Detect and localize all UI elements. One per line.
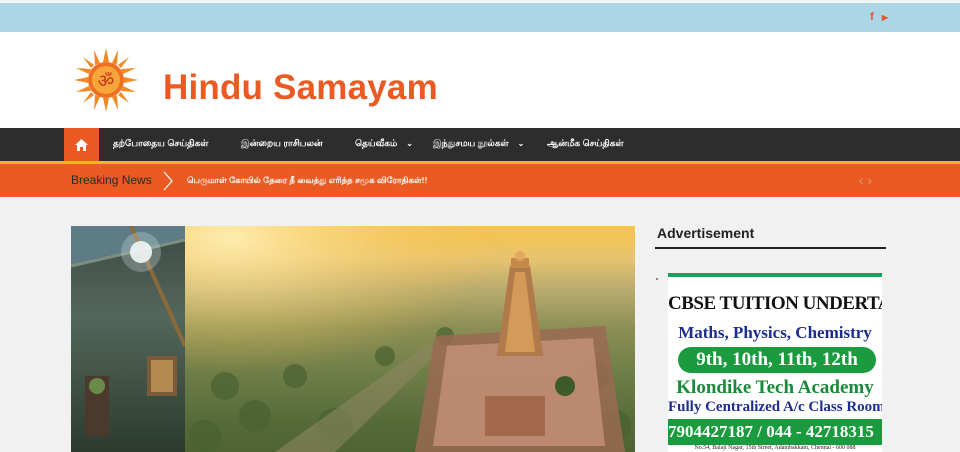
featured-slider[interactable] (71, 226, 635, 452)
home-button[interactable] (64, 128, 99, 162)
ticker-controls: ‹ › (859, 173, 872, 187)
ad-grades: 9th, 10th, 11th, 12th (678, 347, 876, 373)
social-links: f ▶ (870, 11, 888, 23)
ad-marker (656, 278, 658, 280)
home-icon (75, 139, 88, 151)
breaking-news-headline[interactable]: பெருமாள் கோயில் தேரை தீ வைத்து எரித்த சம… (187, 175, 427, 187)
nav-item-today-rasipalan[interactable]: இன்றைய ராசிபலன் (241, 128, 323, 162)
nav-item-hindu-books[interactable]: இந்துசமய நூல்கள் ⌄ (433, 128, 524, 162)
sidebar-heading: Advertisement (657, 225, 755, 241)
site-header: ॐ Hindu Samayam (0, 32, 960, 128)
top-bar: f ▶ (0, 0, 960, 32)
ad-phone: 7904427187 / 044 - 42718315 (668, 419, 882, 445)
youtube-icon[interactable]: ▶ (882, 13, 888, 22)
ad-academy-name: Klondike Tech Academy (676, 377, 874, 398)
sidebar-divider (655, 247, 886, 249)
breaking-news-label: Breaking News (71, 173, 152, 187)
featured-main-image[interactable] (185, 226, 635, 452)
featured-side-image[interactable] (71, 226, 187, 452)
ad-address: No.54, Balaji Nagar, 15th Street, Adamba… (694, 445, 856, 451)
next-arrow-icon[interactable]: › (867, 173, 872, 187)
breaking-news-bar: Breaking News பெருமாள் கோயில் தேரை தீ வை… (0, 164, 960, 197)
chevron-right-icon (163, 171, 173, 191)
ad-subjects: Maths, Physics, Chemistry (678, 323, 872, 342)
site-title[interactable]: Hindu Samayam (163, 68, 438, 108)
temple-aerial-image (185, 226, 635, 452)
nav-item-deivigam[interactable]: தெய்வீகம் ⌄ (355, 128, 413, 162)
om-logo-icon[interactable]: ॐ (74, 48, 138, 112)
prev-arrow-icon[interactable]: ‹ (859, 173, 864, 187)
svg-text:ॐ: ॐ (98, 71, 114, 92)
nav-item-current-news[interactable]: தற்போதைய செய்திகள் (113, 128, 208, 162)
advertisement-banner[interactable]: CBSE TUITION UNDERTAKEN Maths, Physics, … (668, 273, 882, 452)
temple-interior-image (71, 226, 187, 436)
chevron-down-icon: ⌄ (406, 139, 413, 148)
nav-item-spiritual-news[interactable]: ஆன்மீக செய்திகள் (547, 128, 624, 162)
facebook-icon[interactable]: f (870, 11, 874, 23)
ad-headline: CBSE TUITION UNDERTAKEN (668, 293, 882, 314)
main-navigation: தற்போதைய செய்திகள் இன்றைய ராசிபலன் தெய்வ… (0, 128, 960, 162)
ad-feature: Fully Centralized A/c Class Room (668, 399, 882, 415)
chevron-down-icon: ⌄ (517, 139, 525, 148)
